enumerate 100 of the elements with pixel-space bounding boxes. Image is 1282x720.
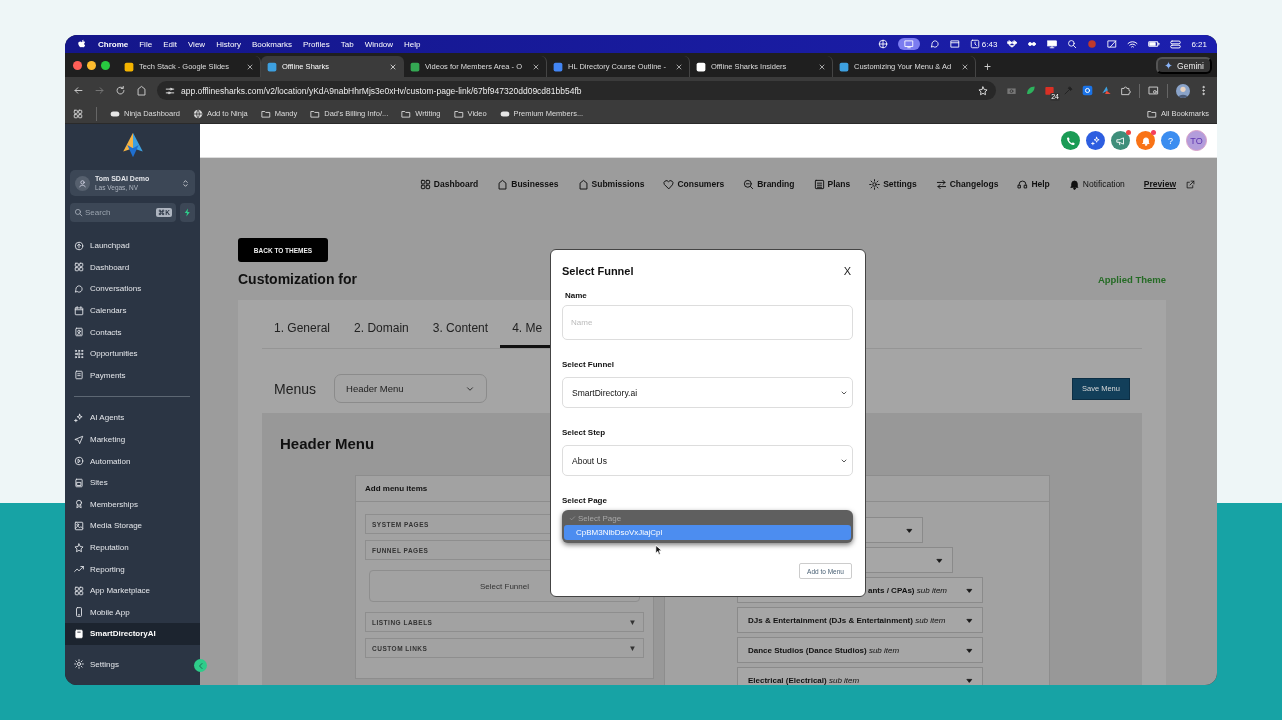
- sidebar-item[interactable]: Automation: [65, 450, 200, 472]
- menu-item[interactable]: History: [216, 39, 241, 49]
- preview-link[interactable]: Preview: [1143, 179, 1176, 189]
- puzzle-icon[interactable]: [1120, 85, 1131, 96]
- menu-item-row[interactable]: Dance Studios (Dance Studios) sub item: [737, 637, 983, 663]
- menu-item-label: Dance Studios (Dance Studios) sub item: [748, 645, 901, 655]
- external-link-icon[interactable]: [1186, 179, 1195, 189]
- sidebar-item[interactable]: SmartDirectoryAI: [65, 623, 200, 645]
- menu-item[interactable]: File: [139, 39, 153, 49]
- menu-item[interactable]: Help: [404, 39, 421, 49]
- menu-item[interactable]: Edit: [163, 39, 177, 49]
- sidebar-item[interactable]: Calendars: [65, 299, 200, 322]
- close-button[interactable]: X: [841, 265, 853, 277]
- close-icon[interactable]: [389, 62, 397, 71]
- menu-select[interactable]: Header Menu: [334, 374, 488, 403]
- sidebar-item[interactable]: AI Agents: [65, 407, 200, 429]
- bird-icon[interactable]: [1101, 85, 1112, 96]
- menu-item[interactable]: Bookmarks: [252, 39, 293, 49]
- notifications-button[interactable]: [1136, 131, 1155, 150]
- close-icon[interactable]: [675, 62, 683, 71]
- nav-link[interactable]: Changelogs: [949, 179, 999, 189]
- reload-icon[interactable]: [115, 85, 126, 96]
- announcements-button[interactable]: [1111, 131, 1130, 150]
- sidebar-item[interactable]: Reputation: [65, 536, 200, 559]
- leaf-icon[interactable]: [1025, 85, 1036, 96]
- tab[interactable]: 2. Domain: [342, 310, 421, 348]
- profile-avatar[interactable]: [1176, 83, 1190, 98]
- box-icon: [1007, 39, 1018, 49]
- folder-icon: [453, 108, 464, 119]
- lightning-icon: [183, 208, 192, 217]
- back-arrow-icon[interactable]: [73, 85, 84, 96]
- sidebar-item[interactable]: Sites: [65, 471, 200, 494]
- apps-grid-icon: [74, 585, 84, 596]
- nav-link[interactable]: Branding: [757, 179, 795, 189]
- close-icon[interactable]: [818, 62, 826, 71]
- sidebar-item[interactable]: Conversations: [65, 278, 200, 300]
- trend-icon: [74, 564, 84, 575]
- nav-link[interactable]: Settings: [883, 179, 917, 189]
- nav-link[interactable]: Help: [1031, 179, 1050, 189]
- menu-item-row[interactable]: DJs & Entertainment (DJs & Entertainment) sub item: [737, 607, 983, 633]
- nav-link[interactable]: Submissions: [591, 179, 645, 189]
- star-icon[interactable]: [978, 85, 988, 96]
- screen-record-button[interactable]: [897, 38, 920, 50]
- apps-grid-icon[interactable]: [73, 108, 83, 119]
- menu-item[interactable]: View: [187, 39, 206, 49]
- sidebar-item[interactable]: Contacts: [65, 321, 200, 343]
- quick-action-button[interactable]: [180, 203, 195, 222]
- sidebar-item[interactable]: Marketing: [65, 428, 200, 451]
- record-icon: [1087, 39, 1098, 49]
- app-menu[interactable]: Chrome: [98, 39, 129, 49]
- camera-icon[interactable]: [1006, 85, 1017, 96]
- ai-button[interactable]: [1086, 131, 1105, 150]
- folder-icon: [260, 108, 271, 119]
- close-icon[interactable]: [961, 62, 969, 71]
- home-icon[interactable]: [136, 85, 147, 96]
- section-title: Header Menu: [280, 435, 376, 452]
- menu-item[interactable]: Tab: [340, 39, 354, 49]
- gear-icon[interactable]: [1082, 85, 1093, 96]
- sidebar-item[interactable]: Launchpad: [65, 235, 200, 257]
- close-icon[interactable]: [532, 62, 540, 71]
- url-text: app.offlinesharks.com/v2/location/yKdA9nabHhrMjs3e0xHv/custom-page-link/67bf947320dd09cd81bb54fb: [181, 85, 583, 96]
- dots-grid-icon: [74, 348, 84, 359]
- headset-icon: [1017, 178, 1029, 190]
- menu-item[interactable]: Window: [364, 39, 394, 49]
- chat-bubble-icon: [74, 284, 84, 294]
- select-field[interactable]: About Us: [562, 445, 853, 476]
- sidebar-item[interactable]: Memberships: [65, 493, 200, 516]
- nav-link[interactable]: Dashboard: [433, 179, 479, 189]
- calendar-icon[interactable]: [1044, 85, 1055, 96]
- page-title: Customization for: [238, 271, 357, 287]
- sparkle-icon: [1090, 135, 1101, 146]
- nav-link[interactable]: Consumers: [677, 179, 725, 189]
- call-button[interactable]: [1061, 131, 1080, 150]
- nav-link[interactable]: Businesses: [511, 179, 559, 189]
- nav-link[interactable]: Plans: [827, 179, 851, 189]
- menu-item[interactable]: Profiles: [303, 39, 330, 49]
- tab[interactable]: 1. General: [262, 310, 343, 348]
- nav-link[interactable]: Notification: [1082, 179, 1125, 189]
- menu-item-row[interactable]: Electrical (Electrical) sub item: [737, 667, 983, 685]
- select-field[interactable]: SmartDirectory.ai: [562, 377, 853, 408]
- globe-icon: [877, 39, 888, 49]
- forward-arrow-icon[interactable]: [94, 85, 105, 96]
- sidebar-item[interactable]: Payments: [65, 364, 200, 387]
- sidebar-item[interactable]: Mobile App: [65, 601, 200, 624]
- sidebar-item[interactable]: Media Storage: [65, 515, 200, 537]
- tab[interactable]: 3. Content: [420, 310, 501, 348]
- receipt-icon: [74, 370, 84, 381]
- tab-search-icon[interactable]: [1148, 85, 1159, 96]
- close-icon[interactable]: [246, 62, 254, 71]
- field-label: Select Page: [562, 496, 607, 505]
- new-tab-button[interactable]: +: [976, 56, 999, 77]
- sidebar-item[interactable]: Dashboard: [65, 256, 200, 279]
- sidebar-item[interactable]: Reporting: [65, 558, 200, 580]
- name-field[interactable]: Name: [562, 305, 853, 340]
- gemini-button[interactable]: Gemini: [1156, 57, 1212, 74]
- address-bar[interactable]: app.offlinesharks.com/v2/location/yKdA9nabHhrMjs3e0xHv/custom-page-link/67bf947320dd09cd81bb54fb: [157, 81, 996, 100]
- sidebar-item[interactable]: Settings: [65, 653, 128, 675]
- sidebar-item[interactable]: App Marketplace: [65, 579, 200, 602]
- swap-arrows-icon: [935, 178, 947, 190]
- sidebar-item[interactable]: Opportunities: [65, 342, 200, 365]
